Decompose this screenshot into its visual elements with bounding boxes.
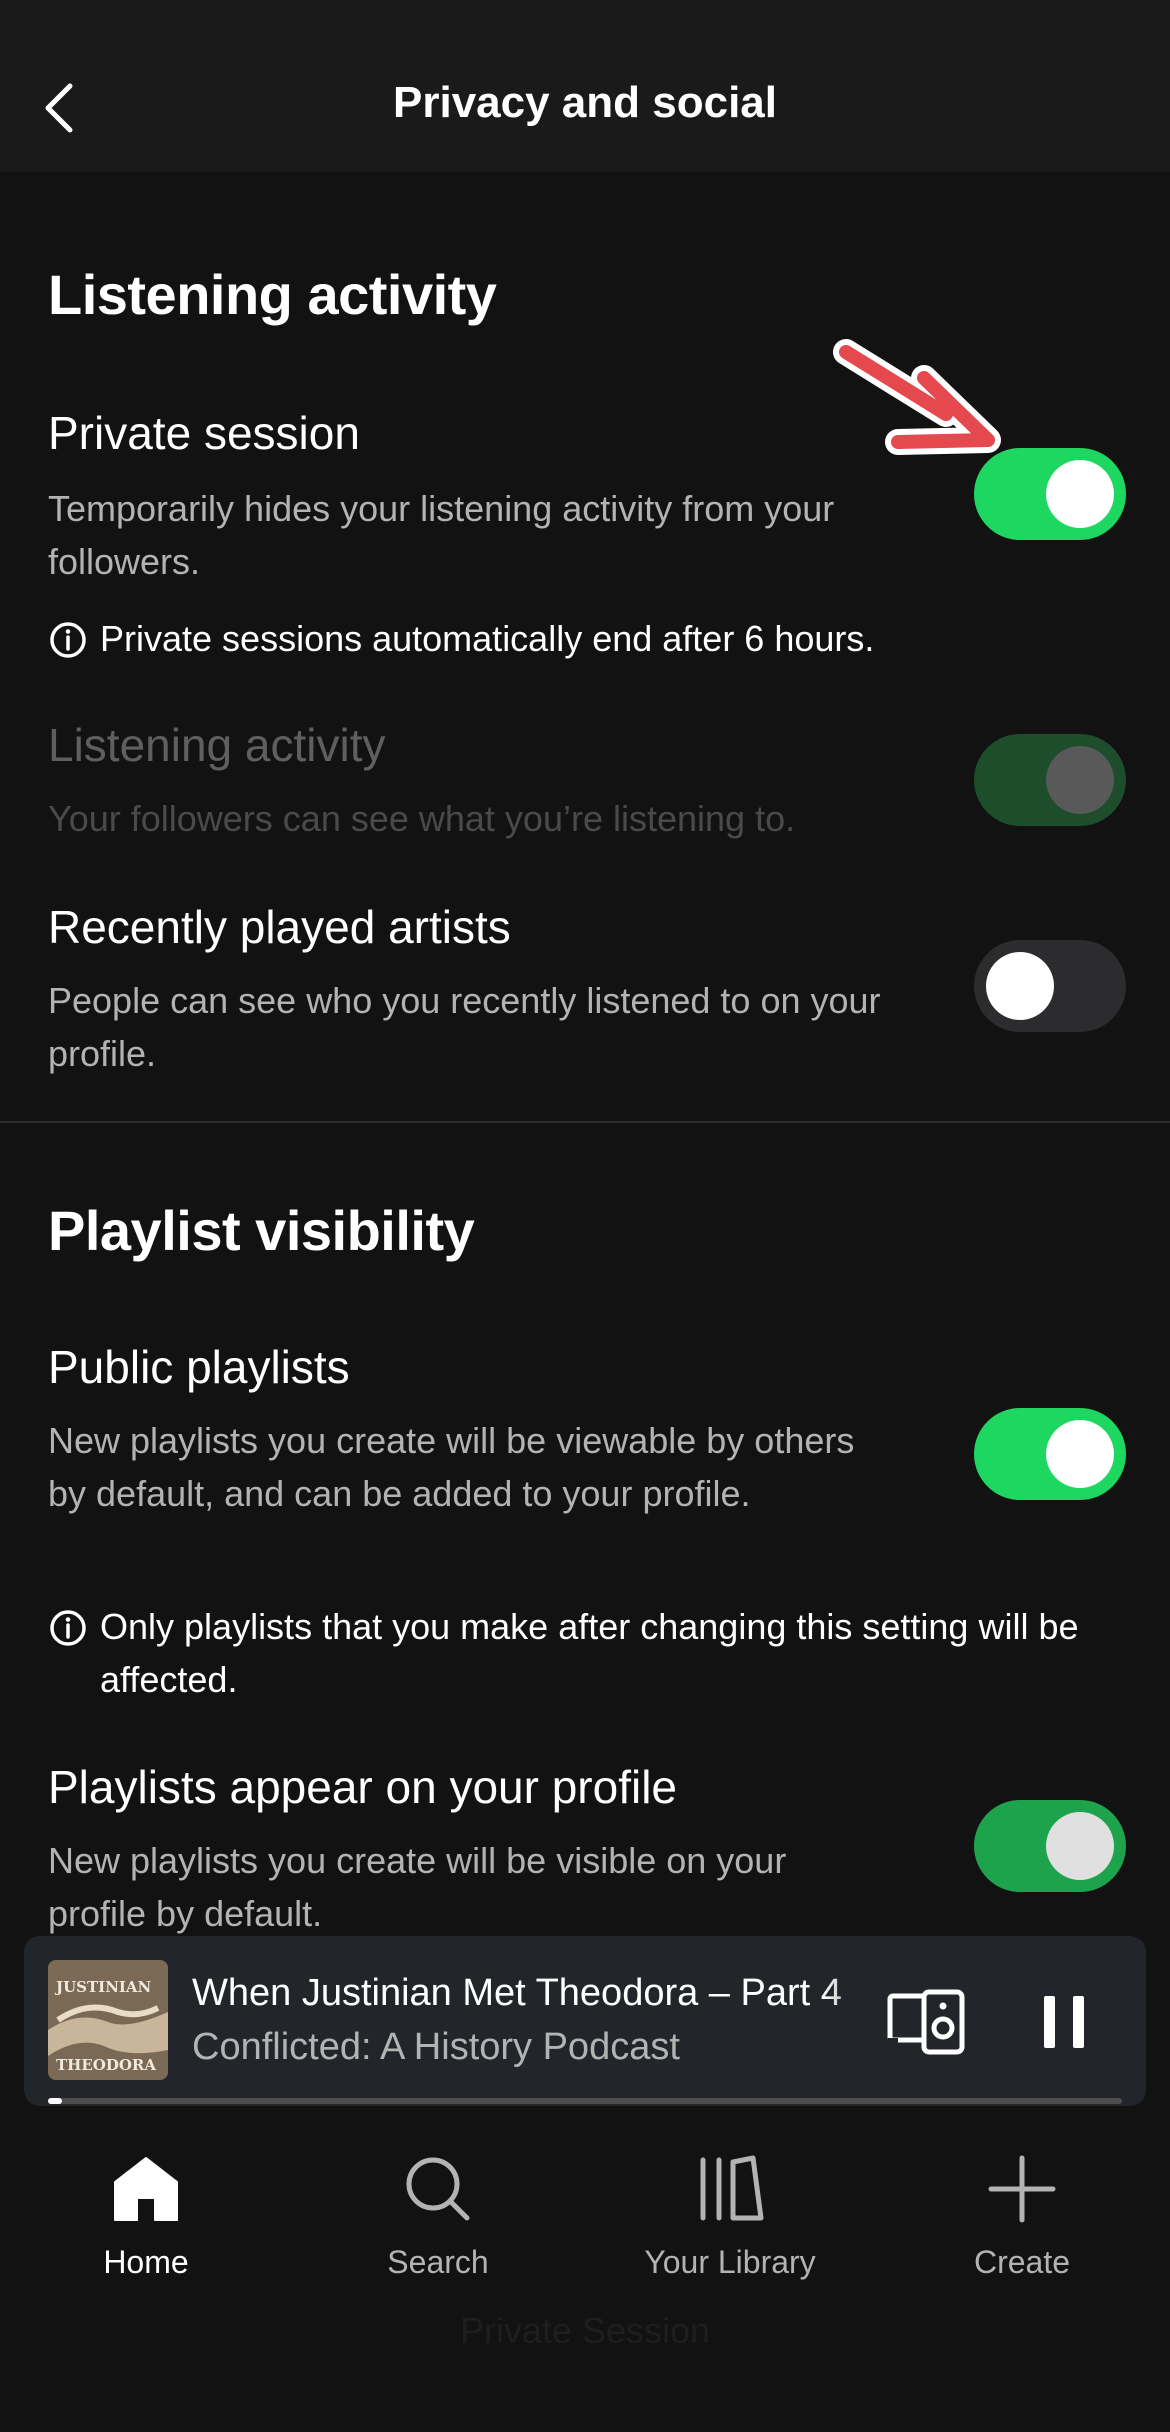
toggle-knob bbox=[1046, 1420, 1114, 1488]
pause-button[interactable] bbox=[1024, 1982, 1104, 2062]
annotation-arrow-icon bbox=[833, 339, 1001, 455]
listening-activity-description: Your followers can see what you’re liste… bbox=[48, 798, 796, 839]
public-playlists-toggle[interactable] bbox=[974, 1408, 1126, 1500]
toggle-knob bbox=[1046, 1812, 1114, 1880]
public-playlists-description: New playlists you create will be viewabl… bbox=[48, 1420, 855, 1514]
playlists-on-profile-toggle[interactable] bbox=[974, 1800, 1126, 1892]
nav-home-label: Home bbox=[103, 2244, 189, 2280]
info-icon bbox=[50, 1610, 86, 1646]
mini-player[interactable]: JUSTINIAN THEODORA When Justinian Met Th… bbox=[24, 1936, 1146, 2106]
nav-home[interactable]: Home bbox=[0, 2146, 292, 2281]
recently-played-description: People can see who you recently listened… bbox=[48, 980, 881, 1074]
nav-library-label: Your Library bbox=[644, 2244, 816, 2280]
library-icon bbox=[700, 2155, 764, 2221]
search-icon bbox=[406, 2157, 470, 2221]
private-session-description: Temporarily hides your listening activit… bbox=[48, 488, 835, 582]
private-session-toggle[interactable] bbox=[974, 448, 1126, 540]
playlists-on-profile-title: Playlists appear on your profile bbox=[48, 1761, 677, 1813]
public-playlists-note-text: Only playlists that you make after chang… bbox=[100, 1606, 1079, 1700]
now-playing-subtitle: Conflicted: A History Podcast bbox=[192, 2026, 680, 2068]
now-playing-title: When Justinian Met Theodora – Part 4 bbox=[192, 1972, 842, 2014]
listening-activity-title: Listening activity bbox=[48, 719, 386, 771]
info-icon bbox=[50, 622, 86, 658]
private-session-status-label: Private Session bbox=[459, 2310, 711, 2351]
recently-played-title: Recently played artists bbox=[48, 901, 511, 953]
playback-progress[interactable] bbox=[48, 2098, 1122, 2104]
section-divider bbox=[0, 1121, 1170, 1123]
public-playlists-title: Public playlists bbox=[48, 1341, 350, 1393]
private-session-note-text: Private sessions automatically end after… bbox=[100, 618, 875, 659]
connect-devices-button[interactable] bbox=[884, 1982, 974, 2062]
playback-progress-fill bbox=[48, 2098, 62, 2104]
listening-activity-toggle bbox=[974, 734, 1126, 826]
plus-icon bbox=[988, 2155, 1056, 2223]
playlists-on-profile-description: New playlists you create will be visible… bbox=[48, 1840, 787, 1934]
public-playlists-note: Only playlists that you make after chang… bbox=[48, 1600, 1088, 1706]
bottom-navigation: Home Search Your Library Create bbox=[0, 2106, 1170, 2432]
top-bar: Privacy and social bbox=[0, 0, 1170, 172]
private-session-note: Private sessions automatically end after… bbox=[48, 612, 1088, 665]
nav-search[interactable]: Search bbox=[292, 2146, 584, 2281]
section-title-listening-activity: Listening activity bbox=[48, 263, 497, 326]
cover-text-top: JUSTINIAN bbox=[56, 1978, 152, 1996]
cover-text-bottom: THEODORA bbox=[56, 2056, 157, 2074]
podcast-cover-art: JUSTINIAN THEODORA bbox=[48, 1960, 168, 2080]
nav-library[interactable]: Your Library bbox=[584, 2146, 876, 2281]
toggle-knob bbox=[1046, 460, 1114, 528]
pause-icon bbox=[1044, 1996, 1084, 2048]
nav-search-label: Search bbox=[387, 2244, 489, 2280]
recently-played-toggle[interactable] bbox=[974, 940, 1126, 1032]
nav-create-label: Create bbox=[973, 2244, 1071, 2280]
page-title: Privacy and social bbox=[393, 78, 777, 127]
private-session-title: Private session bbox=[48, 407, 360, 459]
toggle-knob bbox=[986, 952, 1054, 1020]
toggle-knob bbox=[1046, 746, 1114, 814]
section-title-playlist-visibility: Playlist visibility bbox=[48, 1199, 475, 1262]
home-icon bbox=[114, 2157, 178, 2221]
nav-create[interactable]: Create bbox=[876, 2146, 1168, 2281]
devices-icon bbox=[887, 1989, 965, 2055]
